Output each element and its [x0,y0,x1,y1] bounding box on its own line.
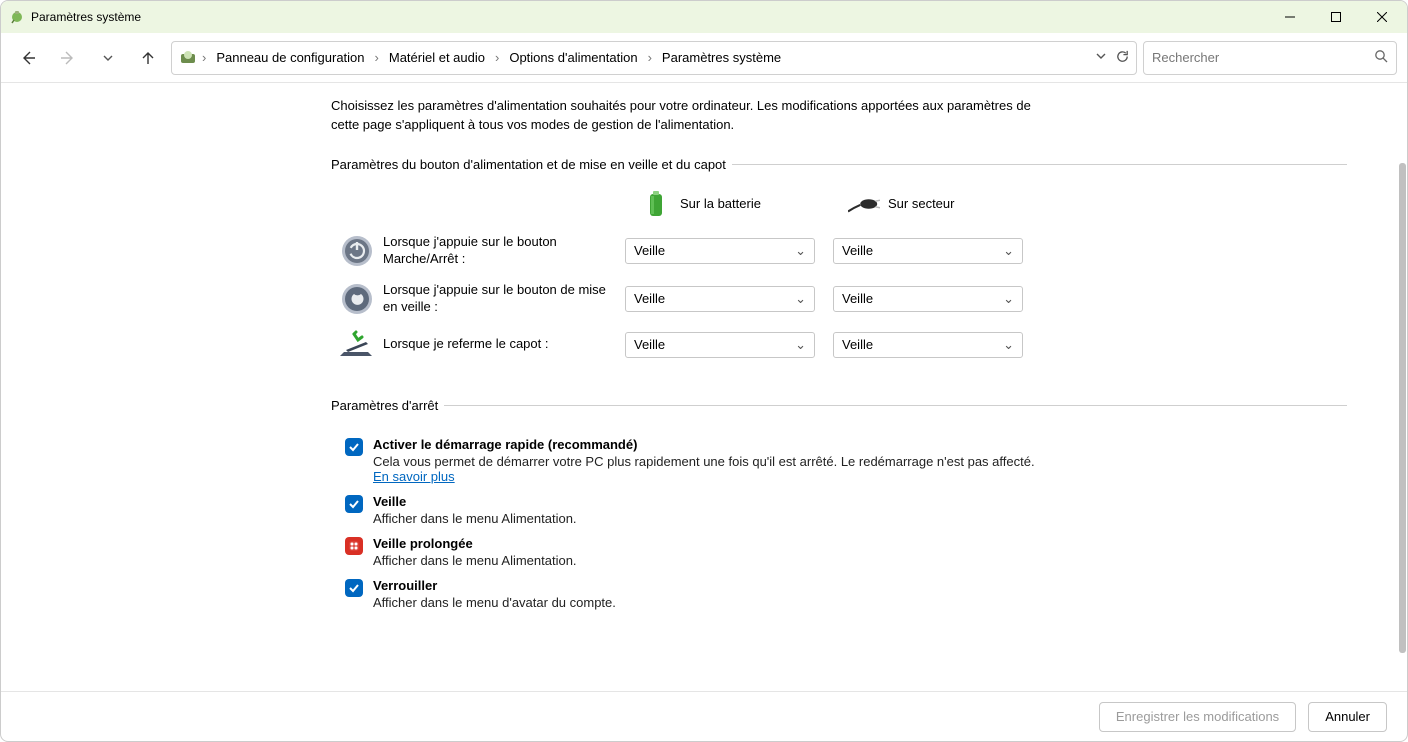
breadcrumb-item[interactable]: Options d'alimentation [503,48,643,67]
checkbox-desc: Afficher dans le menu Alimentation. [373,511,577,526]
chevron-down-icon: ⌄ [795,337,806,353]
maximize-button[interactable] [1313,1,1359,33]
breadcrumb-item[interactable]: Panneau de configuration [210,48,370,67]
chevron-right-icon: › [200,50,208,65]
nav-forward-button[interactable] [51,41,85,75]
checkbox-desc: Cela vous permet de démarrer votre PC pl… [373,454,1045,484]
checkbox-hibernate[interactable] [345,537,363,555]
address-bar[interactable]: › Panneau de configuration › Matériel et… [171,41,1137,75]
setting-row-sleep-button: Lorsque j'appuie sur le bouton de mise e… [331,282,1347,316]
footer: Enregistrer les modifications Annuler [1,691,1407,741]
setting-row-power-button: Lorsque j'appuie sur le bouton Marche/Ar… [331,234,1347,268]
checkbox-row-sleep: Veille Afficher dans le menu Alimentatio… [345,494,1045,526]
setting-label: Lorsque j'appuie sur le bouton de mise e… [383,282,625,316]
window-title: Paramètres système [31,10,141,24]
app-icon [9,9,25,25]
refresh-icon[interactable] [1115,49,1130,67]
titlebar: Paramètres système [1,1,1407,33]
checkbox-row-lock: Verrouiller Afficher dans le menu d'avat… [345,578,1045,610]
power-button-settings-group: Paramètres du bouton d'alimentation et d… [331,157,1347,374]
sleep-button-icon [331,282,383,316]
minimize-button[interactable] [1267,1,1313,33]
checkbox-title: Activer le démarrage rapide (recommandé) [373,437,1045,452]
lid-ac-select[interactable]: Veille⌄ [833,332,1023,358]
checkbox-title: Verrouiller [373,578,616,593]
chevron-down-icon: ⌄ [1003,243,1014,259]
chevron-down-icon: ⌄ [795,291,806,307]
breadcrumb-item[interactable]: Paramètres système [656,48,787,67]
shutdown-settings-group: Paramètres d'arrêt Activer le démarrage … [331,398,1347,614]
setting-label: Lorsque je referme le capot : [383,336,625,353]
power-button-ac-select[interactable]: Veille⌄ [833,238,1023,264]
battery-icon [640,188,672,220]
checkbox-title: Veille [373,494,577,509]
sleep-button-battery-select[interactable]: Veille⌄ [625,286,815,312]
power-button-battery-select[interactable]: Veille⌄ [625,238,815,264]
column-battery-label: Sur la batterie [680,196,761,211]
checkbox-title: Veille prolongée [373,536,577,551]
checkbox-row-fast-startup: Activer le démarrage rapide (recommandé)… [345,437,1045,484]
group-legend: Paramètres d'arrêt [331,398,444,413]
chevron-down-icon: ⌄ [795,243,806,259]
checkbox-desc: Afficher dans le menu d'avatar du compte… [373,595,616,610]
chevron-right-icon: › [493,50,501,65]
chevron-down-icon[interactable] [1095,50,1107,65]
checkbox-fast-startup[interactable] [345,438,363,456]
breadcrumb-item[interactable]: Matériel et audio [383,48,491,67]
chevron-right-icon: › [373,50,381,65]
checkbox-lock[interactable] [345,579,363,597]
checkbox-row-hibernate: Veille prolongée Afficher dans le menu A… [345,536,1045,568]
chevron-down-icon: ⌄ [1003,291,1014,307]
save-button[interactable]: Enregistrer les modifications [1099,702,1296,732]
lid-battery-select[interactable]: Veille⌄ [625,332,815,358]
learn-more-link[interactable]: En savoir plus [373,469,455,484]
checkbox-desc: Afficher dans le menu Alimentation. [373,553,577,568]
search-placeholder: Rechercher [1152,50,1219,65]
chevron-right-icon: › [646,50,654,65]
scrollbar-thumb[interactable] [1399,163,1406,653]
checkbox-sleep[interactable] [345,495,363,513]
search-icon [1374,49,1388,66]
cancel-button[interactable]: Annuler [1308,702,1387,732]
power-button-icon [331,234,383,268]
setting-row-lid-close: Lorsque je referme le capot : Veille⌄ Ve… [331,330,1347,360]
plug-icon [848,188,880,220]
nav-back-button[interactable] [11,41,45,75]
content-area: Choisissez les paramètres d'alimentation… [1,83,1407,691]
sleep-button-ac-select[interactable]: Veille⌄ [833,286,1023,312]
close-button[interactable] [1359,1,1405,33]
group-legend: Paramètres du bouton d'alimentation et d… [331,157,732,172]
nav-history-button[interactable] [91,41,125,75]
chevron-down-icon: ⌄ [1003,337,1014,353]
column-ac-label: Sur secteur [888,196,954,211]
search-input[interactable]: Rechercher [1143,41,1397,75]
setting-label: Lorsque j'appuie sur le bouton Marche/Ar… [383,234,625,268]
laptop-lid-icon [331,330,383,360]
control-panel-icon [178,48,198,68]
intro-text: Choisissez les paramètres d'alimentation… [331,97,1051,135]
nav-up-button[interactable] [131,41,165,75]
toolbar: › Panneau de configuration › Matériel et… [1,33,1407,83]
